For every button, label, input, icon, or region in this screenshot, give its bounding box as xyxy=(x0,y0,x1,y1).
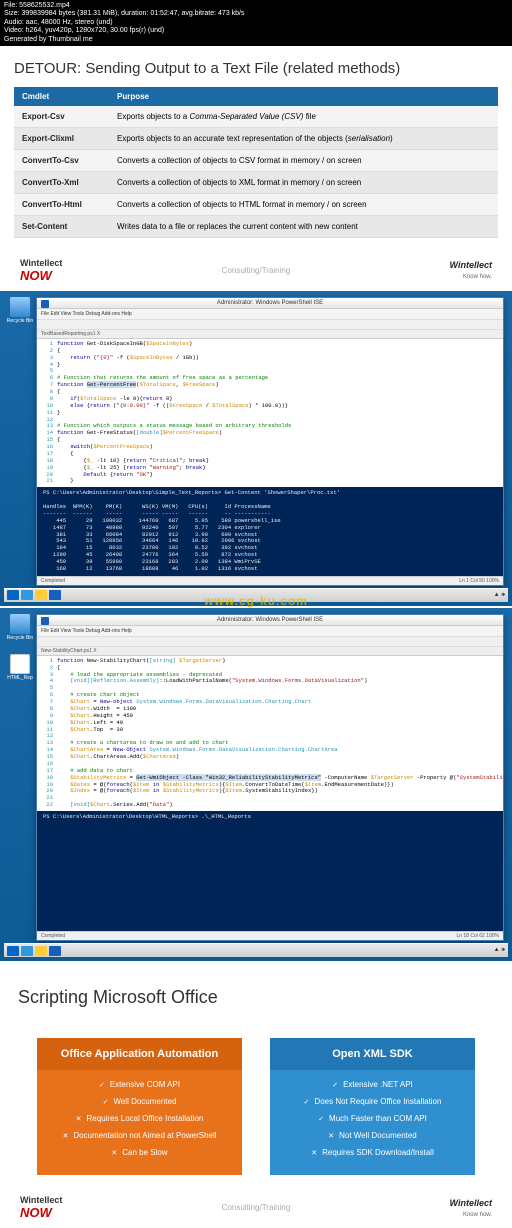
list-item: Well Documented xyxy=(45,1093,234,1110)
powershell-ise-window[interactable]: Administrator: Windows PowerShell ISE Fi… xyxy=(36,297,504,586)
video-metadata: File: 558625532.mp4 Size: 399839984 byte… xyxy=(0,0,512,46)
ise-script-pane[interactable]: 1function Get-DiskSpaceInGB($SpaceInByte… xyxy=(37,339,503,487)
ise-toolbar[interactable] xyxy=(37,637,503,647)
th-cmdlet: Cmdlet xyxy=(14,87,109,106)
ise-menubar[interactable]: File Edit View Tools Debug Add-ons Help xyxy=(37,626,503,637)
list-item: Much Faster than COM API xyxy=(278,1110,467,1127)
ise-tabs[interactable]: TextBasedReporting.ps1 X xyxy=(37,330,503,339)
list-item: Can be Slow xyxy=(45,1144,234,1161)
slide-office: Scripting Microsoft Office Office Applic… xyxy=(0,961,512,1228)
ise-tabs[interactable]: New-StabilityChart.ps1 X xyxy=(37,647,503,656)
list-item: Documentation not Aimed at PowerShell xyxy=(45,1127,234,1144)
start-button[interactable] xyxy=(7,946,19,956)
list-item: Extensive COM API xyxy=(45,1076,234,1093)
slide-title: Scripting Microsoft Office xyxy=(18,987,498,1008)
card-title: Open XML SDK xyxy=(270,1038,475,1070)
ise-statusbar: CompletedLn 1 Col 50 100% xyxy=(37,576,503,585)
ise-app-icon xyxy=(41,300,49,308)
card-open-xml-sdk: Open XML SDK Extensive .NET API Does Not… xyxy=(270,1038,475,1175)
card-list: Extensive .NET API Does Not Require Offi… xyxy=(270,1070,475,1175)
list-item: Not Well Documented xyxy=(278,1127,467,1144)
html-report-icon[interactable]: HTML_Rep xyxy=(6,654,34,681)
ise-menubar[interactable]: File Edit View Tools Debug Add-ons Help xyxy=(37,309,503,320)
system-tray[interactable]: ▲ 🕪 xyxy=(494,947,505,954)
footer-mid: Consulting/Training xyxy=(222,266,291,275)
ise-titlebar: Administrator: Windows PowerShell ISE xyxy=(37,615,503,626)
footer-mid: Consulting/Training xyxy=(222,1203,291,1212)
slide-detour: DETOUR: Sending Output to a Text File (r… xyxy=(0,46,512,291)
card-title: Office Application Automation xyxy=(37,1038,242,1070)
list-item: Requires SDK Download/Install xyxy=(278,1144,467,1161)
system-tray[interactable]: ▲ 🕪 xyxy=(494,592,505,599)
ise-toolbar[interactable] xyxy=(37,320,503,330)
taskbar-ie-icon[interactable] xyxy=(21,946,33,956)
list-item: Extensive .NET API xyxy=(278,1076,467,1093)
table-row: ConvertTo-HtmlConverts a collection of o… xyxy=(14,193,498,215)
meta-size: Size: 399839984 bytes (381.31 MiB), dura… xyxy=(4,10,508,18)
meta-audio: Audio: aac, 48000 Hz, stereo (und) xyxy=(4,19,508,27)
meta-gen: Generated by Thumbnail me xyxy=(4,36,508,44)
recycle-bin-icon[interactable]: Recycle Bin xyxy=(6,297,34,324)
table-row: Export-ClixmlExports objects to an accur… xyxy=(14,127,498,149)
desktop-screenshot-1: Recycle Bin Administrator: Windows Power… xyxy=(0,291,512,606)
ise-app-icon xyxy=(41,617,49,625)
taskbar-ie-icon[interactable] xyxy=(21,590,33,600)
desktop-screenshot-2: Recycle Bin HTML_Rep Administrator: Wind… xyxy=(0,608,512,961)
table-row: Export-CsvExports objects to a Comma-Sep… xyxy=(14,106,498,128)
slide-footer: WintellectNOW Consulting/Training Wintel… xyxy=(14,1175,498,1224)
ise-script-pane[interactable]: 1function New-StabilityChart([string] $T… xyxy=(37,656,503,811)
list-item: Requires Local Office Installation xyxy=(45,1110,234,1127)
card-office-automation: Office Application Automation Extensive … xyxy=(37,1038,242,1175)
logo-wintellect: WintellectKnow how. xyxy=(450,260,492,280)
logo-wintellect: WintellectKnow how. xyxy=(450,1198,492,1218)
table-row: Set-ContentWrites data to a file or repl… xyxy=(14,215,498,237)
taskbar[interactable]: ▲ 🕪 xyxy=(4,943,508,957)
taskbar-explorer-icon[interactable] xyxy=(35,590,47,600)
table-row: ConvertTo-XmlConverts a collection of ob… xyxy=(14,171,498,193)
list-item: Does Not Require Office Installation xyxy=(278,1093,467,1110)
powershell-ise-window[interactable]: Administrator: Windows PowerShell ISE Fi… xyxy=(36,614,504,941)
slide-title: DETOUR: Sending Output to a Text File (r… xyxy=(14,60,498,77)
ise-titlebar: Administrator: Windows PowerShell ISE xyxy=(37,298,503,309)
cmdlet-table: Cmdlet Purpose Export-CsvExports objects… xyxy=(14,87,498,238)
start-button[interactable] xyxy=(7,590,19,600)
ise-console-pane[interactable]: PS C:\Users\Administrator\Desktop\HTML_R… xyxy=(37,811,503,931)
logo-wintellect-now: WintellectNOW xyxy=(20,258,62,283)
logo-wintellect-now: WintellectNOW xyxy=(20,1195,62,1220)
recycle-bin-icon[interactable]: Recycle Bin xyxy=(6,614,34,641)
taskbar[interactable]: ▲ 🕪 xyxy=(4,588,508,602)
meta-file: File: 558625532.mp4 xyxy=(4,2,508,10)
taskbar-ise-icon[interactable] xyxy=(49,590,61,600)
taskbar-ise-icon[interactable] xyxy=(49,946,61,956)
table-row: ConvertTo-CsvConverts a collection of ob… xyxy=(14,149,498,171)
th-purpose: Purpose xyxy=(109,87,498,106)
card-list: Extensive COM API Well Documented Requir… xyxy=(37,1070,242,1175)
ise-statusbar: CompletedLn 18 Col 62 100% xyxy=(37,931,503,940)
cards-row: Office Application Automation Extensive … xyxy=(14,1038,498,1175)
meta-video: Video: h264, yuv420p, 1280x720, 30.00 fp… xyxy=(4,27,508,35)
ise-console-pane[interactable]: PS C:\Users\Administrator\Desktop\Simple… xyxy=(37,487,503,576)
slide-footer: WintellectNOW Consulting/Training Wintel… xyxy=(14,238,498,287)
taskbar-explorer-icon[interactable] xyxy=(35,946,47,956)
